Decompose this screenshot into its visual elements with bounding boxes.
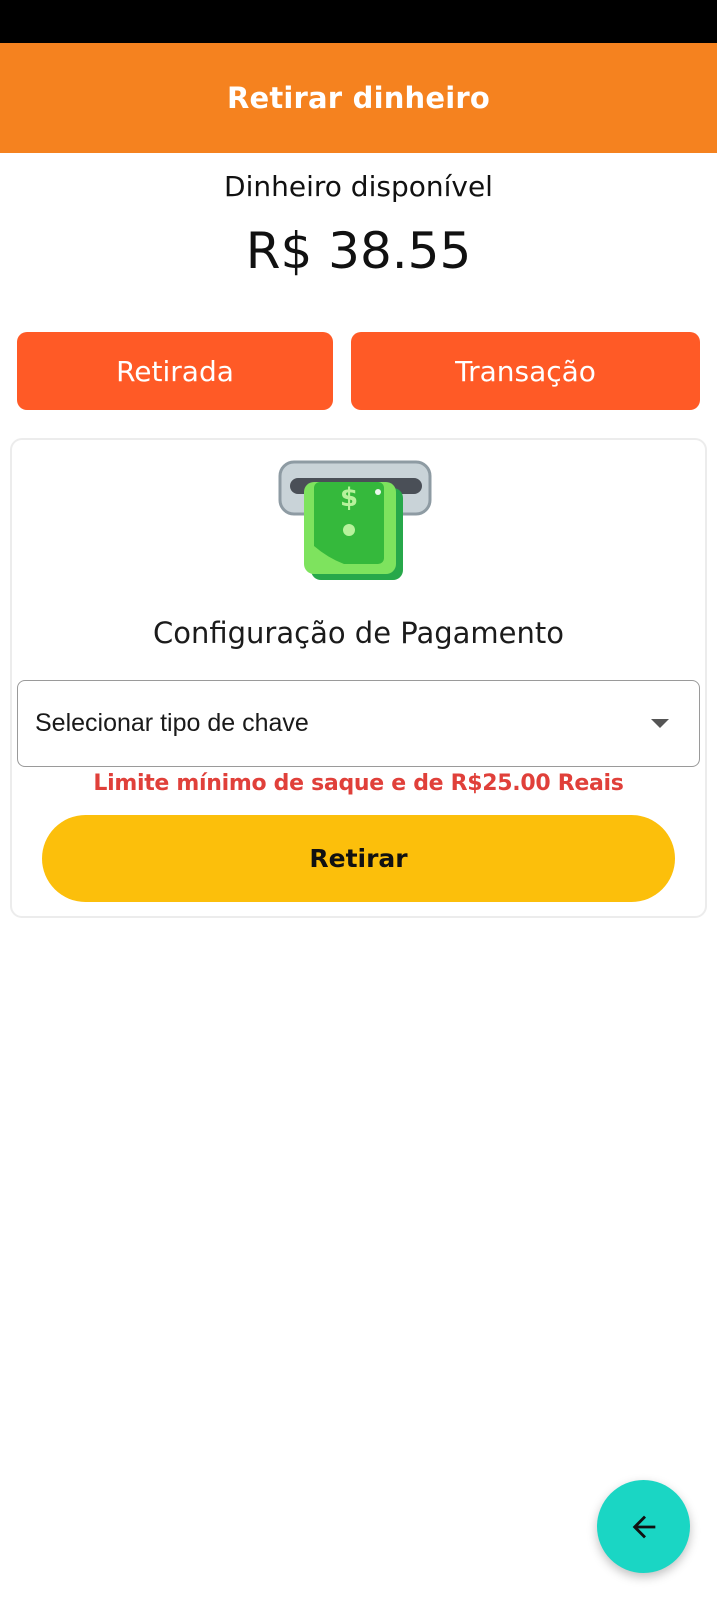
balance-value: R$ 38.55 — [245, 222, 472, 280]
tab-retirada[interactable]: Retirada — [17, 332, 333, 410]
app-header: Retirar dinheiro — [0, 43, 717, 153]
minimum-withdraw-warning: Limite mínimo de saque e de R$25.00 Reai… — [93, 771, 624, 796]
status-bar — [0, 0, 717, 43]
back-button[interactable] — [597, 1480, 690, 1573]
withdraw-button[interactable]: Retirar — [42, 815, 675, 902]
chevron-down-icon — [651, 719, 669, 728]
arrow-left-icon — [632, 1515, 655, 1538]
tab-transacao[interactable]: Transação — [351, 332, 700, 410]
key-type-select[interactable]: Selecionar tipo de chave — [17, 680, 700, 767]
key-type-select-value: Selecionar tipo de chave — [35, 709, 309, 737]
balance-label: Dinheiro disponível — [224, 170, 493, 203]
svg-text:$: $ — [340, 483, 358, 513]
payment-config-title: Configuração de Pagamento — [153, 616, 564, 650]
atm-cash-icon: $ — [278, 460, 432, 580]
page-title: Retirar dinheiro — [226, 81, 491, 115]
